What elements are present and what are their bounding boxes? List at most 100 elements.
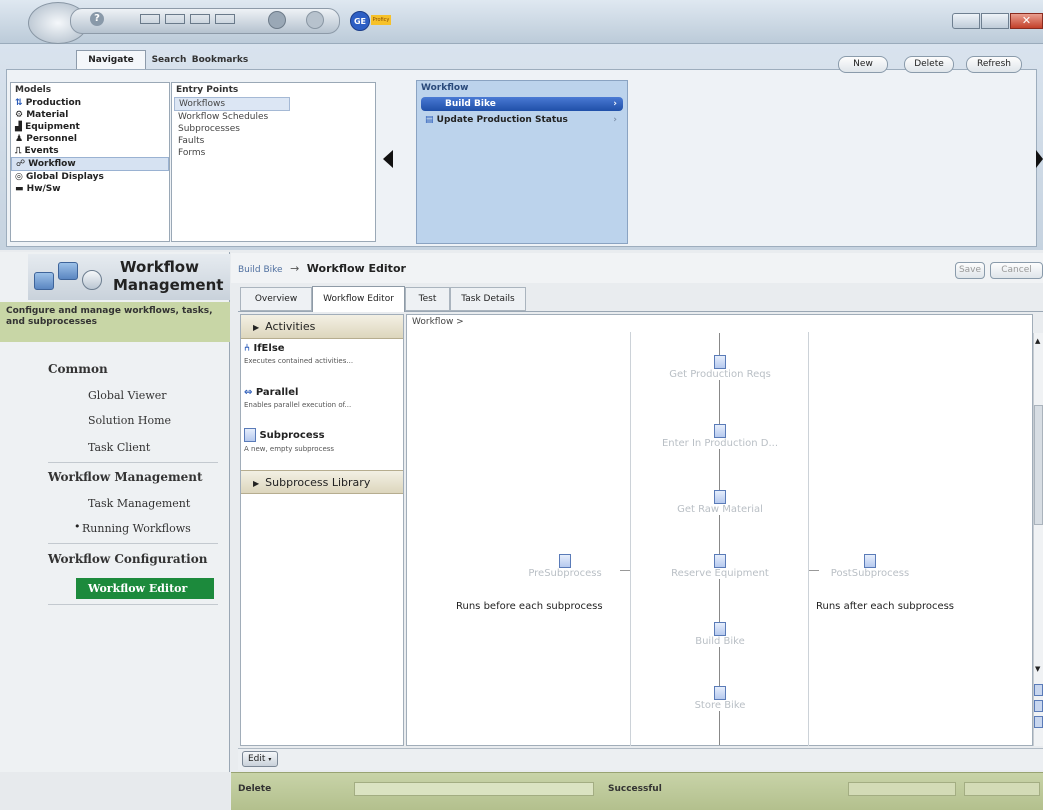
tab-test[interactable]: Test (405, 287, 450, 311)
help-icon[interactable]: ? (90, 12, 104, 26)
new-button[interactable]: New (838, 56, 888, 73)
flow-step[interactable]: Enter In Production D... (655, 424, 785, 449)
breadcrumb-parent[interactable]: Build Bike (238, 265, 283, 275)
maximize-button[interactable] (981, 13, 1009, 29)
window-button-4[interactable] (215, 14, 235, 24)
zoom-out-icon[interactable] (1034, 700, 1043, 712)
workflow-management-icon (32, 258, 112, 296)
back-circle-icon[interactable] (268, 11, 286, 29)
post-subprocess-connector (809, 570, 819, 571)
activities-header-label: Activities (265, 320, 316, 333)
left-nav-title-2: Management (113, 276, 224, 294)
globe-icon: ◎ (15, 172, 23, 182)
nav-global-viewer[interactable]: Global Viewer (88, 389, 167, 402)
subprocess-library-header[interactable]: ▶ Subprocess Library (241, 470, 403, 494)
model-label: Equipment (25, 122, 80, 132)
edit-label: Edit (248, 754, 266, 764)
model-item-equipment[interactable]: ▟ Equipment (11, 121, 169, 133)
nav-workflow-editor[interactable]: Workflow Editor (76, 578, 214, 599)
nav-task-client[interactable]: Task Client (88, 441, 150, 454)
model-item-personnel[interactable]: ♟ Personnel (11, 133, 169, 145)
ge-logo: GE (350, 11, 370, 31)
chevron-right-icon: › (613, 99, 617, 109)
delete-button[interactable]: Delete (904, 56, 954, 73)
flow-step[interactable]: Reserve Equipment (655, 554, 785, 579)
entry-item-forms[interactable]: Forms (172, 147, 375, 159)
model-item-production[interactable]: ⇅ Production (11, 97, 169, 109)
scroll-right-arrow-icon[interactable] (1036, 150, 1043, 168)
section-header-workflow-management: Workflow Management (48, 470, 203, 484)
expand-triangle-icon: ▶ (253, 479, 260, 488)
section-divider (48, 462, 218, 463)
ribbon-tab-search[interactable]: Search (148, 52, 190, 69)
entry-item-workflows[interactable]: Workflows (174, 97, 290, 111)
pre-subprocess-node[interactable]: PreSubprocess (500, 554, 630, 579)
window-button-1[interactable] (140, 14, 160, 24)
tab-task-details[interactable]: Task Details (450, 287, 526, 311)
workflow-item-build-bike[interactable]: Build Bike › (421, 97, 623, 111)
activity-name: IfElse (253, 343, 285, 354)
close-button[interactable]: ✕ (1010, 13, 1043, 29)
window-button-3[interactable] (190, 14, 210, 24)
fit-to-screen-icon[interactable] (1034, 716, 1043, 728)
edit-bar (238, 748, 1043, 770)
scroll-down-arrow-icon[interactable]: ▼ (1035, 665, 1040, 673)
library-header-label: Subprocess Library (265, 476, 371, 489)
tab-overview[interactable]: Overview (240, 287, 312, 311)
model-item-workflow[interactable]: ☍ Workflow (11, 157, 169, 171)
save-button[interactable]: Save (955, 262, 985, 279)
tab-workflow-editor[interactable]: Workflow Editor (312, 286, 405, 312)
edit-dropdown[interactable]: Edit ▾ (242, 751, 278, 767)
entry-item-workflow-schedules[interactable]: Workflow Schedules (172, 111, 375, 123)
forward-circle-icon[interactable] (306, 11, 324, 29)
section-divider (48, 543, 218, 544)
activity-ifelse[interactable]: ⑃ IfElse Executes contained activities..… (244, 343, 402, 381)
status-field-1 (848, 782, 956, 796)
entry-item-faults[interactable]: Faults (172, 135, 375, 147)
activity-description: Executes contained activities... (244, 357, 354, 365)
entry-item-subprocesses[interactable]: Subprocesses (172, 123, 375, 135)
scroll-left-arrow-icon[interactable] (383, 150, 393, 168)
scroll-thumb[interactable] (1034, 405, 1043, 525)
scroll-up-arrow-icon[interactable]: ▲ (1035, 337, 1040, 345)
workflow-item-label: Build Bike (445, 99, 496, 109)
section-divider (48, 604, 218, 605)
ribbon-tab-bookmarks[interactable]: Bookmarks (190, 52, 250, 69)
dropdown-arrow-icon: ▾ (268, 756, 272, 763)
activities-header[interactable]: ▶ Activities (241, 315, 403, 339)
minimize-button[interactable] (952, 13, 980, 29)
section-header-common: Common (48, 362, 108, 376)
nav-solution-home[interactable]: Solution Home (88, 414, 171, 427)
node-label: Get Raw Material (677, 504, 763, 515)
left-nav-footer (0, 772, 230, 810)
zoom-in-icon[interactable] (1034, 684, 1043, 696)
flow-step[interactable]: Get Production Reqs (655, 355, 785, 380)
subprocess-icon (244, 428, 256, 442)
breadcrumb-arrow-icon: → (290, 262, 300, 275)
model-item-material[interactable]: ⚙ Material (11, 109, 169, 121)
model-label: Production (25, 98, 82, 108)
bullet-icon: • (74, 520, 81, 533)
post-subprocess-node[interactable]: PostSubprocess (805, 554, 935, 579)
ribbon-tab-navigate[interactable]: Navigate (76, 50, 146, 69)
entry-points-header: Entry Points (176, 85, 239, 95)
window-button-2[interactable] (165, 14, 185, 24)
flow-step[interactable]: Get Raw Material (655, 490, 785, 515)
section-header-workflow-configuration: Workflow Configuration (48, 552, 208, 566)
nav-task-management[interactable]: Task Management (88, 497, 190, 510)
chevron-right-icon: › (613, 115, 617, 125)
model-item-events[interactable]: ⎍ Events (11, 145, 169, 157)
activity-parallel[interactable]: ⇔ Parallel Enables parallel execution of… (244, 387, 402, 425)
cancel-button[interactable]: Cancel (990, 262, 1043, 279)
workflow-item-update-production-status[interactable]: ▤ Update Production Status › (421, 113, 623, 127)
activity-subprocess[interactable]: Subprocess A new, empty subprocess (244, 428, 402, 466)
model-item-global-displays[interactable]: ◎ Global Displays (11, 171, 169, 183)
flow-step[interactable]: Store Bike (655, 686, 785, 711)
flow-step[interactable]: Build Bike (655, 622, 785, 647)
pre-subprocess-description: Runs before each subprocess (456, 601, 603, 612)
model-item-hwsw[interactable]: ▬ Hw/Sw (11, 183, 169, 195)
refresh-button[interactable]: Refresh (966, 56, 1022, 73)
ifelse-icon: ⑃ (244, 343, 250, 354)
subprocess-icon (714, 355, 726, 369)
nav-running-workflows[interactable]: Running Workflows (82, 522, 191, 535)
